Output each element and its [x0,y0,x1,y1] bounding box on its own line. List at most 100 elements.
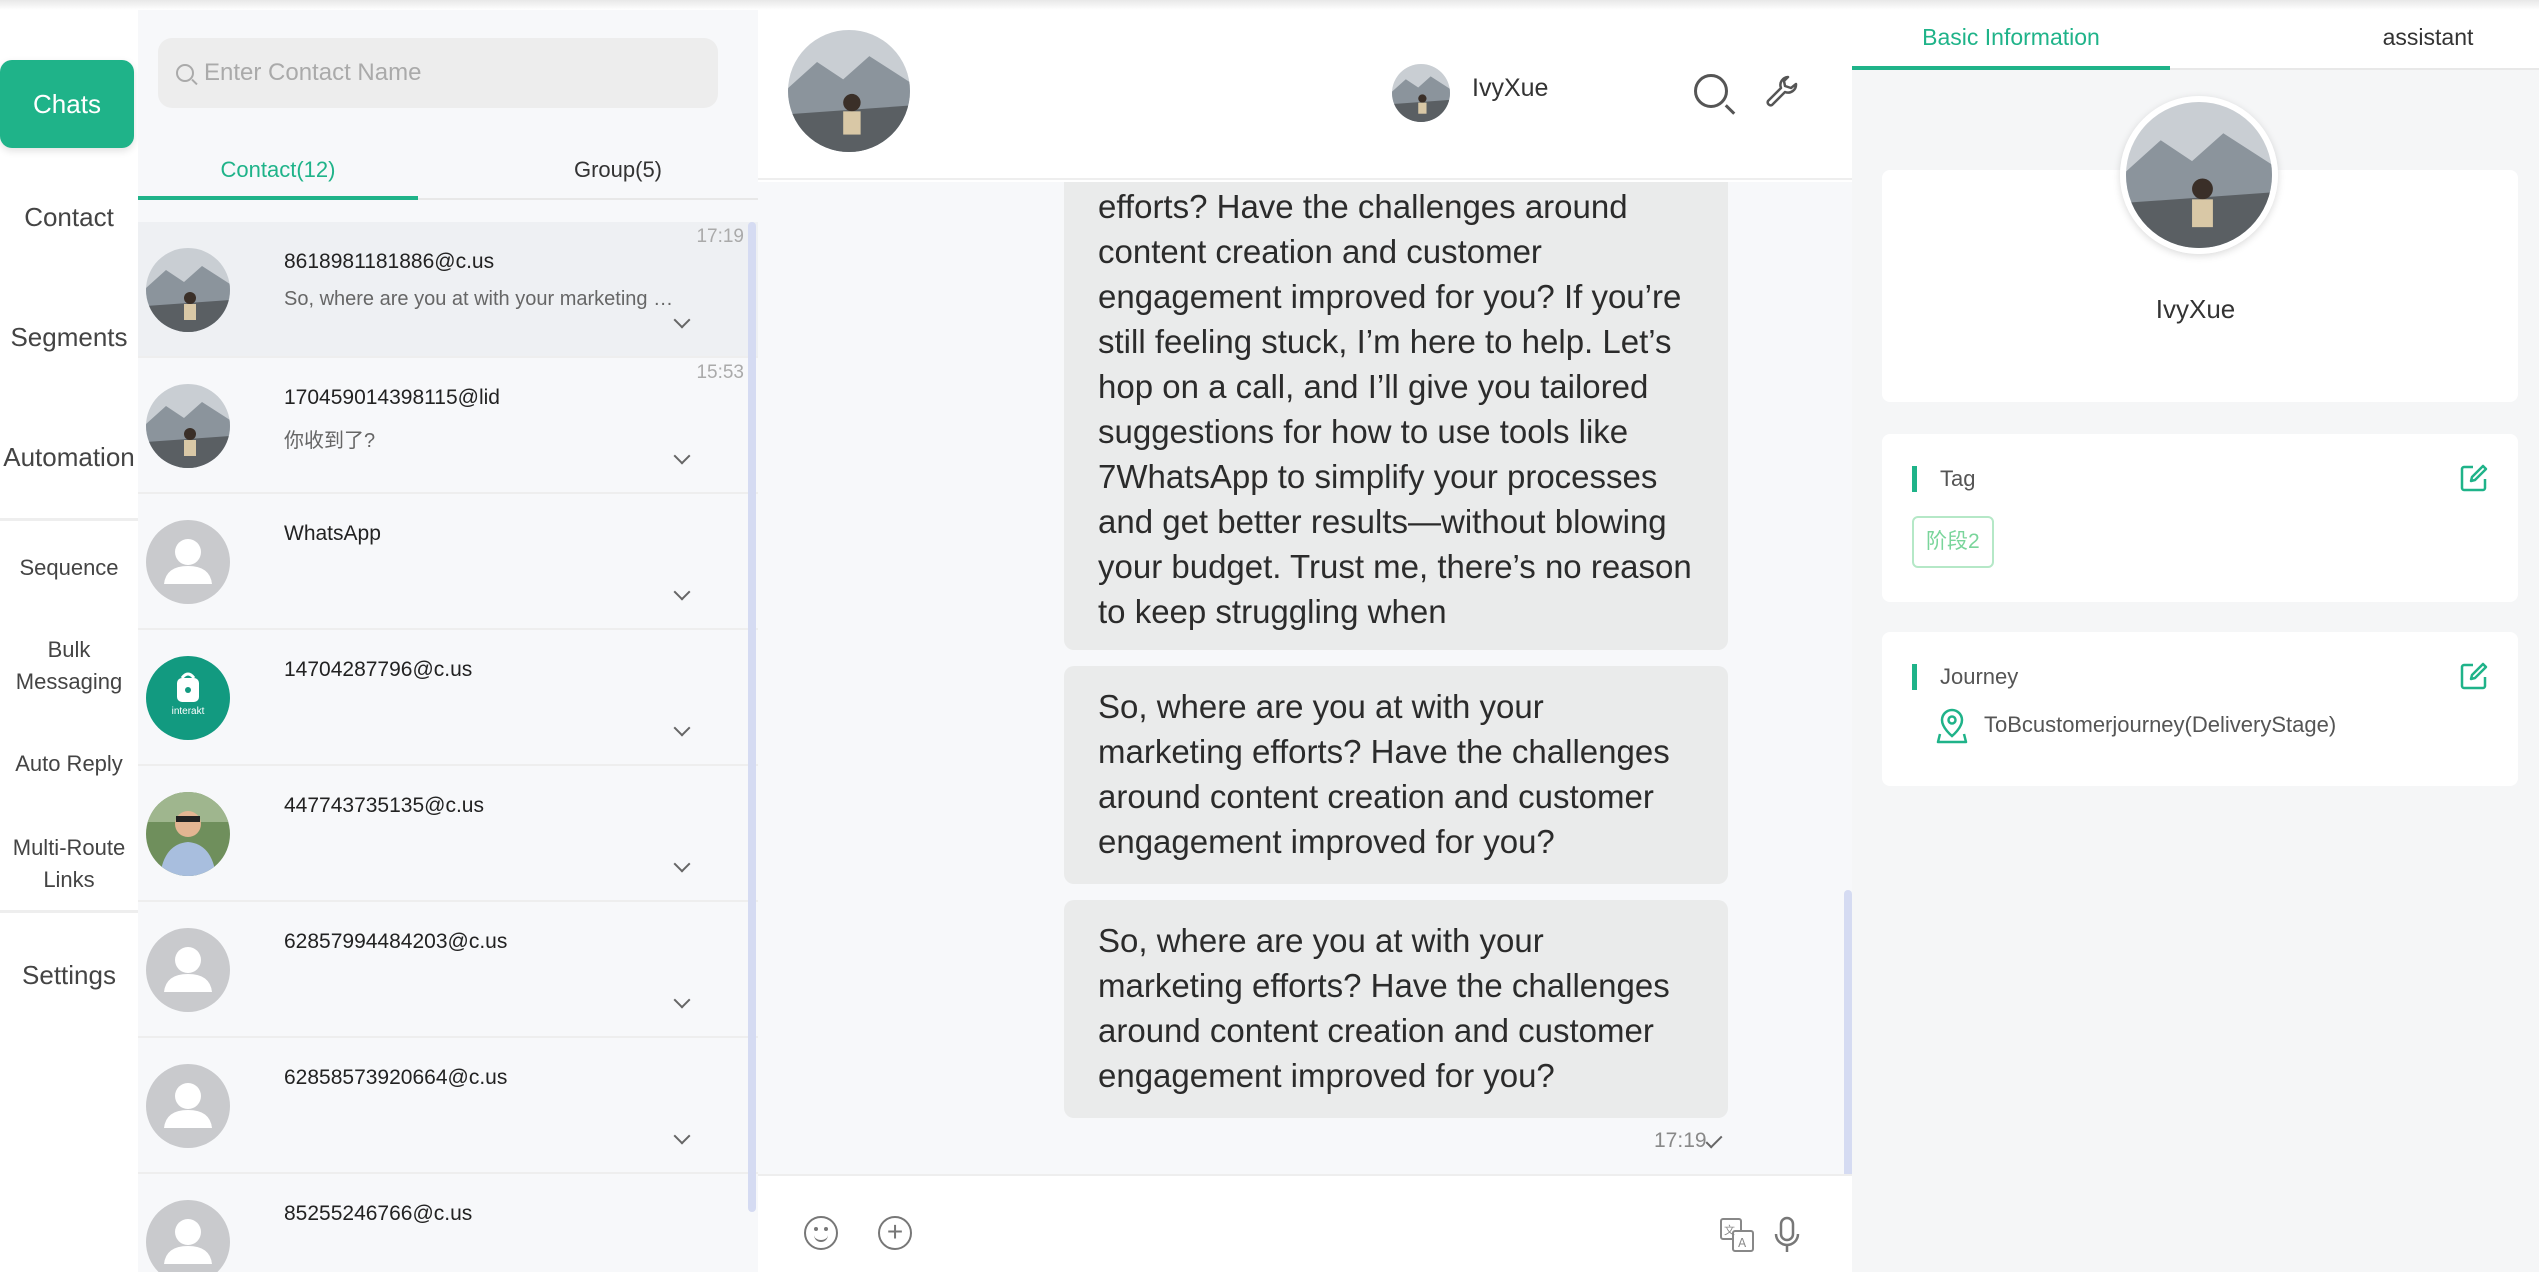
message-composer: + 文A [758,1174,1852,1272]
profile-name: IvyXue [2155,294,2236,324]
nav-bulk-label-1: Bulk [47,637,91,662]
search-icon [176,64,194,82]
nav-divider [0,518,138,521]
nav-divider [0,910,138,913]
contact-name: 85255246766@c.us [284,1202,473,1225]
edit-icon[interactable] [2460,464,2488,492]
chat-header: IvyXue [758,10,1852,180]
contact-list-item[interactable]: WhatsApp [138,494,758,630]
journey-name[interactable]: ToBcustomerjourney(DeliveryStage) [1984,712,2336,738]
chevron-down-icon[interactable] [673,311,691,329]
main-nav: Chats Contact Segments Automation Sequen… [0,10,138,1272]
contact-name: 14704287796@c.us [284,658,473,681]
chevron-down-icon[interactable] [673,583,691,601]
contact-name: 8618981181886@c.us [284,250,495,273]
nav-multi-route-links[interactable]: Multi-Route Links [0,832,138,896]
default-user-icon [146,1200,230,1272]
chevron-down-icon[interactable] [673,1127,691,1145]
avatar [146,792,230,876]
emoji-icon[interactable] [804,1216,838,1250]
default-user-icon [146,520,230,604]
interakt-logo-icon: interakt [146,656,230,740]
contact-list-item[interactable]: 170459014398115@lid 你收到了? 15:53 [138,358,758,494]
nav-contact[interactable]: Contact [0,202,138,232]
contact-detail-panel: Basic Information assistant IvyXue Tag 阶… [1852,10,2539,1272]
journey-card: Journey ToBcustomerjourney(DeliveryStage… [1882,632,2518,786]
contact-time: 17:19 [696,226,744,247]
contact-list-item[interactable]: 85255246766@c.us [138,1174,758,1272]
contact-name: 447743735135@c.us [284,794,484,817]
detail-tabs: Basic Information assistant [1852,10,2539,70]
contact-list-item[interactable]: 62857994484203@c.us [138,902,758,1038]
translate-icon[interactable]: 文A [1720,1218,1754,1252]
svg-text:文: 文 [1724,1223,1735,1237]
message-time: 17:19 [1654,1129,1707,1152]
contact-list-item[interactable]: 8618981181886@c.us So, where are you at … [138,222,758,358]
chevron-down-icon[interactable] [673,447,691,465]
avatar [1392,64,1450,122]
interakt-label: interakt [171,706,205,717]
tab-group[interactable]: Group(5) [478,150,758,190]
section-marker [1912,664,1917,690]
message-bubble: efforts? Have the challenges around cont… [1064,182,1728,650]
map-pin-icon [1936,708,1968,744]
contact-last-message: So, where are you at with your marketing… [284,288,674,310]
contact-list-item[interactable]: 447743735135@c.us [138,766,758,902]
tag-chip[interactable]: 阶段2 [1912,516,1994,568]
avatar [146,248,230,332]
message-list: efforts? Have the challenges around cont… [758,182,1852,1174]
nav-bulk-messaging[interactable]: Bulk Messaging [0,634,138,698]
microphone-icon[interactable] [1772,1216,1802,1254]
nav-segments[interactable]: Segments [0,322,138,352]
tab-active-indicator [1852,66,2170,70]
chevron-down-icon[interactable] [673,991,691,1009]
message-bubble: So, where are you at with your marketing… [1064,900,1728,1118]
contact-list: 8618981181886@c.us So, where are you at … [138,222,758,1272]
contact-name: 62858573920664@c.us [284,1066,508,1089]
tag-card: Tag 阶段2 [1882,434,2518,602]
default-user-icon [146,928,230,1012]
svg-text:A: A [1738,1236,1747,1250]
tab-basic-information[interactable]: Basic Information [1852,24,2170,51]
tab-assistant[interactable]: assistant [2328,24,2528,51]
avatar[interactable] [788,30,910,152]
journey-title: Journey [1940,664,2019,689]
contact-list-item[interactable]: interakt 14704287796@c.us [138,630,758,766]
chat-contact-name: IvyXue [1472,74,1549,102]
nav-settings[interactable]: Settings [0,960,138,990]
avatar [146,384,230,468]
contact-name: WhatsApp [284,522,381,545]
chat-panel: IvyXue efforts? Have the challenges arou… [758,10,1852,1272]
tab-contact[interactable]: Contact(12) [138,150,418,190]
nav-multi-route-label-1: Multi-Route [12,835,126,860]
nav-chats[interactable]: Chats [0,60,134,148]
nav-sequence[interactable]: Sequence [0,552,138,584]
contacts-panel: Enter Contact Name Contact(12) Group(5) … [138,10,758,1272]
top-shadow [0,0,2539,10]
default-user-icon [146,1064,230,1148]
check-icon [1705,1131,1723,1149]
contact-search-input[interactable]: Enter Contact Name [158,38,718,108]
nav-bulk-label-2: Messaging [15,669,123,694]
section-marker [1912,466,1917,492]
avatar [2120,96,2278,254]
contact-last-message: 你收到了? [284,430,376,452]
nav-auto-reply[interactable]: Auto Reply [0,748,138,780]
wrench-icon[interactable] [1764,74,1798,108]
tag-title: Tag [1940,466,1976,491]
chevron-down-icon[interactable] [673,855,691,873]
chevron-down-icon[interactable] [673,719,691,737]
contact-name: 170459014398115@lid [284,386,500,409]
edit-icon[interactable] [2460,662,2488,690]
plus-icon[interactable]: + [878,1216,912,1250]
nav-multi-route-label-2: Links [43,867,95,892]
contact-list-scrollbar[interactable] [748,222,756,1212]
contact-time: 15:53 [696,362,744,383]
contact-tabs: Contact(12) Group(5) [138,150,758,200]
nav-automation[interactable]: Automation [0,442,138,472]
contact-name: 62857994484203@c.us [284,930,508,953]
tab-active-indicator [138,196,418,200]
search-icon[interactable] [1694,74,1728,108]
contact-list-item[interactable]: 62858573920664@c.us [138,1038,758,1174]
message-scrollbar[interactable] [1844,890,1852,1180]
